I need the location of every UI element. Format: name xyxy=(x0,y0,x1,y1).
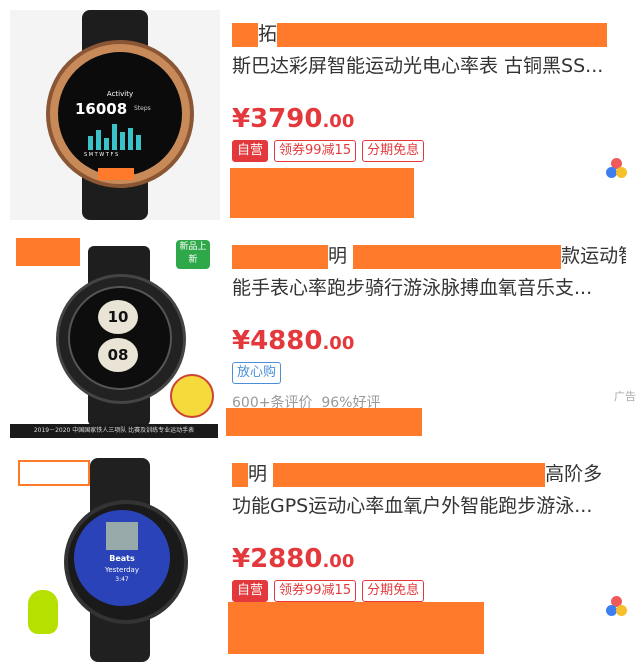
similar-items-icon[interactable] xyxy=(606,158,628,180)
ad-label: 广告 xyxy=(614,390,636,403)
new-arrival-badge: 新品上新 xyxy=(176,240,210,269)
product-title-line2[interactable]: 功能GPS运动心率血氧户外智能跑步游泳... xyxy=(232,490,626,522)
product-card-2[interactable]: 新品上新 10 08 2019－2020 中国国家铁人三项队 比赛及训练专业运动… xyxy=(0,228,640,448)
title-prefix: 拓 xyxy=(258,23,278,45)
album-art xyxy=(106,522,138,550)
watch-activity-label: Activity xyxy=(106,90,134,98)
tag-self-operated: 自营 xyxy=(232,580,269,602)
watch-top-number: 10 xyxy=(98,300,138,334)
watch-bar-chart xyxy=(88,122,152,150)
product-title-line2[interactable]: 斯巴达彩屏智能运动光电心率表 古铜黑SS... xyxy=(232,50,626,82)
watch-bottom-number: 08 xyxy=(98,338,138,372)
image-caption: 2019－2020 中国国家铁人三项队 比赛及训练专业运动手表 xyxy=(10,424,218,438)
similar-items-icon[interactable] xyxy=(606,596,628,618)
watch-steps-unit: Steps xyxy=(134,105,151,112)
product-price-1: ¥3790.00 xyxy=(232,104,355,134)
watch-steps: 16008 xyxy=(75,100,128,118)
redaction xyxy=(226,408,422,436)
redaction xyxy=(98,168,134,180)
tag-assured: 放心购 xyxy=(232,362,282,384)
product-title-line1[interactable]: 拓 xyxy=(232,18,626,50)
tag-coupon[interactable]: 领券99减15 xyxy=(274,140,357,162)
watch-days: S M T W T F S xyxy=(84,152,119,158)
redaction xyxy=(228,602,484,654)
product-price-2: ¥4880.00 xyxy=(232,326,355,356)
product-card-3[interactable]: Beats Yesterday 3:47 明 高阶多 功能GPS运动心率血氧户外… xyxy=(0,452,640,668)
redaction xyxy=(230,168,414,218)
tag-installment: 分期免息 xyxy=(362,580,425,602)
product-price-3: ¥2880.00 xyxy=(232,544,355,574)
product-card-1[interactable]: Activity 16008 Steps S M T W T F S 拓 斯巴达… xyxy=(0,0,640,225)
product-title-line2[interactable]: 能手表心率跑步骑行游泳脉搏血氧音乐支... xyxy=(232,272,626,304)
product-title-line1[interactable]: 明 高阶多 xyxy=(232,458,626,490)
team-logo xyxy=(170,374,214,418)
product-title-line1[interactable]: 明 款运动智 xyxy=(232,240,626,272)
foot-pod-icon xyxy=(28,590,58,634)
product-image-2[interactable]: 新品上新 10 08 2019－2020 中国国家铁人三项队 比赛及训练专业运动… xyxy=(10,238,218,438)
watch-app-title: Beats xyxy=(109,554,135,563)
tag-self-operated: 自营 xyxy=(232,140,269,162)
product-image-3[interactable]: Beats Yesterday 3:47 xyxy=(10,458,218,662)
tag-installment: 分期免息 xyxy=(362,140,425,162)
tag-coupon[interactable]: 领券99减15 xyxy=(274,580,357,602)
watch-sub: Yesterday xyxy=(105,566,139,574)
watch-time: 3:47 xyxy=(115,576,129,583)
product-image-1[interactable]: Activity 16008 Steps S M T W T F S xyxy=(10,10,220,220)
